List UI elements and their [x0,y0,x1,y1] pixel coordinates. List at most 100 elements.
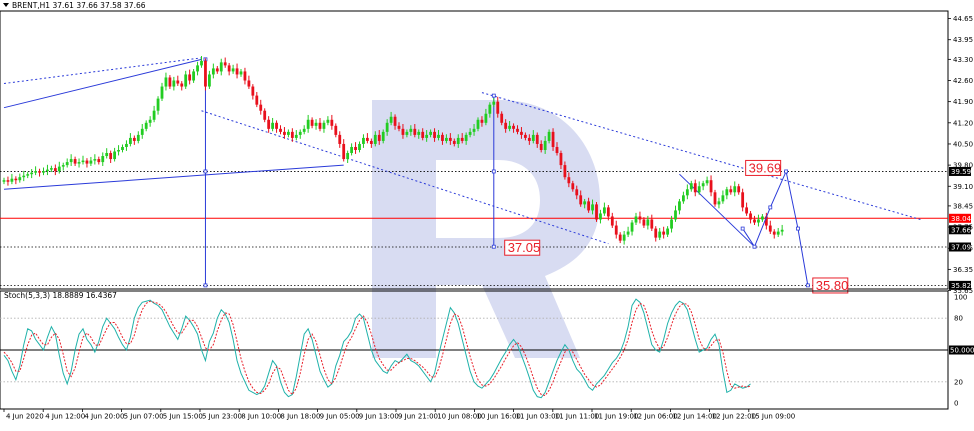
candle-body [606,207,610,217]
candle-body [192,71,195,81]
candle-body [717,201,721,205]
candle-body [508,125,511,129]
candle-body [156,98,160,111]
candle-body [397,125,401,129]
candle-body [610,216,614,226]
candle-body [243,71,247,81]
candle-body [678,201,681,211]
stoch-tick-label: 0 [954,400,958,408]
candle-body [227,65,231,72]
candle-body [445,137,448,141]
candle-body [682,195,685,202]
candle-body [6,180,10,182]
candle-body [768,225,772,232]
candle-body [543,140,547,150]
candle-body [579,195,583,205]
candle-body [381,131,385,141]
candle-body [77,162,81,164]
time-tick-label: 9 Jun 21:00 [398,413,438,421]
time-tick-label: 5 Jun 07:00 [124,413,164,421]
candle-body [57,166,61,172]
time-tick-label: 10 Jun 08:00 [437,413,481,421]
candle-body [468,131,472,135]
candle-body [180,83,184,87]
candle-body [559,153,563,166]
candle-body [350,146,353,154]
forecast-point [740,226,745,231]
price-tick-label: 44.65 [953,15,973,23]
candle-body [646,219,650,226]
candle-body [46,169,49,172]
anchor-point [491,93,496,98]
candle-body [132,137,136,141]
candle-body [575,189,579,196]
candle-body [460,137,464,141]
candle-body [101,156,105,163]
candle-body [721,195,725,202]
candle-body [425,134,429,138]
candle-body [452,140,456,144]
candle-body [223,62,227,66]
time-tick-label: 11 Jun 03:00 [516,413,560,421]
forecast-point [805,283,810,288]
candle-body [168,77,172,87]
candle-body [429,131,432,135]
candle-body [314,122,318,126]
candle-body [93,159,97,161]
candle-body [215,68,219,72]
candle-body [211,68,215,75]
candle-body [733,186,737,193]
time-tick-label: 12 Jun 22:00 [712,413,756,421]
candle-body [271,122,274,129]
candle-body [109,153,113,160]
time-tick-label: 9 Jun 13:00 [359,413,399,421]
candle-body [780,229,784,232]
candle-body [480,119,484,123]
forecast-point [796,226,800,231]
candle-body [326,119,330,123]
candle-body [18,177,22,181]
time-tick-label: 11 Jun 11:00 [555,413,599,421]
price-tick-label: 43.95 [953,36,973,44]
candle-body [42,171,45,173]
price-tag-text: 37.66 [951,226,972,234]
candle-body [140,128,144,135]
candle-body [393,116,397,126]
candle-body [401,128,405,135]
candle-body [693,183,697,193]
forecast-label-text: 39.69 [749,160,782,175]
candle-body [235,68,239,75]
candle-body [685,189,689,196]
time-tick-label: 4 Jun 12:00 [45,413,85,421]
candle-body [338,134,342,144]
price-tick-label: 40.50 [953,140,973,148]
candle-body [113,151,116,160]
candle-body [555,146,559,154]
time-tick-label: 15 Jun 09:00 [751,413,795,421]
candle-body [176,80,180,84]
price-tag-text: 37.09 [951,244,971,252]
candle-body [583,201,587,205]
candle-body [121,146,124,150]
candle-body [409,128,413,132]
forecast-point [752,244,757,249]
candle-body [318,122,322,129]
candle-body [14,178,18,181]
candle-body [10,178,14,182]
time-tick-label: 10 Jun 16:00 [476,413,520,421]
candle-body [563,165,567,178]
candle-body [772,231,776,235]
forecast-label-text: 37.05 [508,240,541,255]
price-header-text: BRENT,H1 37.61 37.66 37.58 37.66 [12,1,146,10]
candle-body [389,116,393,123]
candle-body [448,137,452,141]
price-header: BRENT,H1 37.61 37.66 37.58 37.66 [3,1,146,10]
candle-body [638,216,642,220]
stoch-level-tag-text: 50.0000 [950,347,974,355]
candle-body [247,80,251,87]
anchor-point [491,169,496,174]
price-tag-text: 35.82 [951,282,971,290]
candle-body [776,231,780,235]
candle-body [290,131,294,138]
candle-body [547,131,551,141]
